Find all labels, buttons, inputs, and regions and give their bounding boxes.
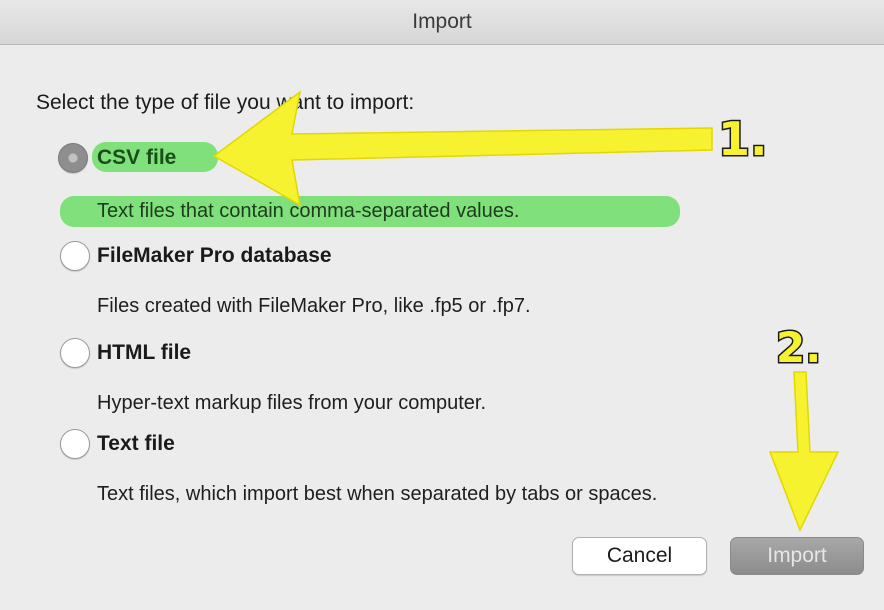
window-title: Import xyxy=(412,10,472,33)
radio-html-file[interactable] xyxy=(60,338,90,368)
option-desc-csv: Text files that contain comma-separated … xyxy=(97,200,520,222)
radio-csv-file[interactable] xyxy=(58,143,88,173)
window-title-bar: Import xyxy=(0,0,884,45)
option-title-filemaker[interactable]: FileMaker Pro database xyxy=(97,244,332,268)
radio-filemaker-database[interactable] xyxy=(60,241,90,271)
option-desc-text: Text files, which import best when separ… xyxy=(97,483,658,505)
import-button[interactable]: Import xyxy=(730,537,864,575)
option-title-text[interactable]: Text file xyxy=(97,432,175,456)
prompt-text: Select the type of file you want to impo… xyxy=(36,91,415,114)
option-desc-html: Hyper-text markup files from your comput… xyxy=(97,392,487,414)
option-desc-filemaker: Files created with FileMaker Pro, like .… xyxy=(97,295,531,317)
option-title-csv[interactable]: CSV file xyxy=(97,146,176,170)
import-dialog: Select the type of file you want to impo… xyxy=(0,45,884,610)
cancel-button[interactable]: Cancel xyxy=(572,537,707,575)
option-title-html[interactable]: HTML file xyxy=(97,341,191,365)
radio-text-file[interactable] xyxy=(60,429,90,459)
